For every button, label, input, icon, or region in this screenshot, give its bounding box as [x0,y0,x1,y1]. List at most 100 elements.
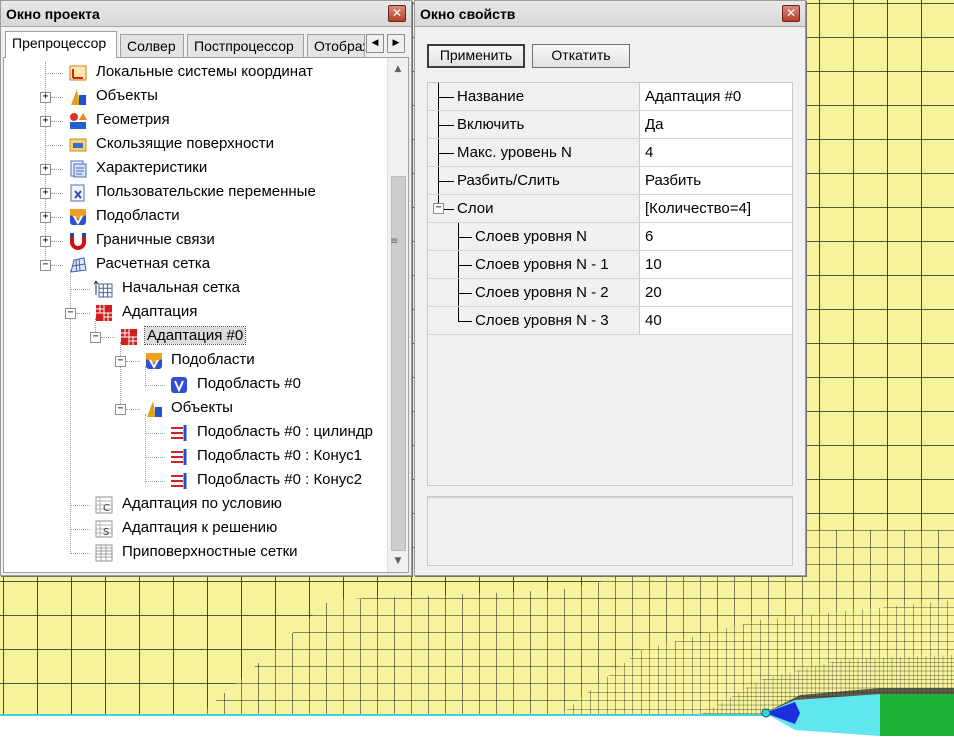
property-row-layers-n2[interactable]: Слоев уровня N - 2 20 [428,279,792,307]
expand-icon[interactable]: + [40,116,51,127]
property-value[interactable]: 40 [639,307,792,334]
tree-item-subregion-0[interactable]: Подобласть #0 [4,374,384,396]
tree-item-adapt-objects[interactable]: − Объекты [4,398,384,420]
tree-item-adaptation-0[interactable]: − Адаптация #0 [4,326,384,348]
property-value[interactable]: 6 [639,223,792,250]
tree-item-label: Скользящие поверхности [96,135,275,152]
project-window-title: Окно проекта [6,6,100,22]
tab-preprocessor[interactable]: Препроцессор [5,31,117,58]
collapse-icon[interactable]: − [115,404,126,415]
grid-tree-line [438,125,454,126]
property-row-layers-n[interactable]: Слоев уровня N 6 [428,223,792,251]
property-value[interactable]: Разбить [639,167,792,194]
collapse-icon[interactable]: − [65,308,76,319]
collapse-icon[interactable]: − [90,332,101,343]
expand-icon[interactable]: + [40,212,51,223]
tree-item-characteristics[interactable]: + Характеристики [4,158,384,180]
property-row-layers-n3[interactable]: Слоев уровня N - 3 40 [428,307,792,335]
tree-line [145,481,165,482]
close-icon[interactable]: ✕ [388,5,406,22]
tree-line [45,145,63,146]
tree-item-near-surface[interactable]: Приповерхностные сетки [4,542,384,564]
tree-item-adapt-condition[interactable]: C Адаптация по условию [4,494,384,516]
property-value[interactable]: 4 [639,139,792,166]
property-row-enable[interactable]: Включить Да [428,111,792,139]
property-grid: Название Адаптация #0 Включить Да Макс. … [427,82,793,486]
tree-item-sliding-surfaces[interactable]: Скользящие поверхности [4,134,384,156]
tree-item-adapt-subregions[interactable]: − Подобласти [4,350,384,372]
tree-item-label-selected: Адаптация #0 [143,326,247,345]
tab-scroll-right-icon[interactable]: ▶ [387,34,405,53]
tree-line [51,217,63,218]
tree-item-geometry[interactable]: + Геометрия [4,110,384,132]
expand-icon[interactable]: + [40,164,51,175]
tree-scrollbar[interactable]: ▲ ≡ ▼ [387,58,408,572]
property-name: Слоев уровня N - 2 [475,284,609,301]
property-value[interactable]: 10 [639,251,792,278]
tree-item-user-variables[interactable]: + Пользовательские переменные [4,182,384,204]
tree-line [145,457,165,458]
tree-item-adapt-solution[interactable]: S Адаптация к решению [4,518,384,540]
property-row-max-level[interactable]: Макс. уровень N 4 [428,139,792,167]
scroll-up-icon[interactable]: ▲ [388,60,408,78]
subregions-icon [146,353,162,370]
tree-line [76,313,90,314]
property-name: Макс. уровень N [457,144,572,161]
property-row-name[interactable]: Название Адаптация #0 [428,83,792,111]
property-name: Название [457,88,525,105]
scroll-down-icon[interactable]: ▼ [388,552,408,570]
tab-solver[interactable]: Солвер [120,34,184,57]
project-window-titlebar[interactable]: Окно проекта ✕ [1,1,411,27]
revert-button[interactable]: Откатить [532,44,630,68]
collapse-icon[interactable]: − [433,203,444,214]
property-row-split-merge[interactable]: Разбить/Слить Разбить [428,167,792,195]
objects-icon [147,401,162,417]
expand-icon[interactable]: + [40,92,51,103]
tab-display[interactable]: Отображ [307,34,365,57]
grid-tree-line [444,209,454,210]
property-value[interactable]: [Количество=4] [639,195,792,222]
collapse-icon[interactable]: − [115,356,126,367]
tree-item-label: Объекты [171,399,233,416]
objects-icon [71,89,86,105]
property-value[interactable]: 20 [639,279,792,306]
tree-item-objects[interactable]: + Объекты [4,86,384,108]
expand-icon[interactable]: + [40,236,51,247]
property-value[interactable]: Адаптация #0 [639,83,792,110]
property-value[interactable]: Да [639,111,792,138]
expand-icon[interactable]: + [40,188,51,199]
project-window: Окно проекта ✕ Препроцессор Солвер Постп… [0,0,412,576]
grid-tree-line [438,181,454,182]
property-row-layers-n1[interactable]: Слоев уровня N - 1 10 [428,251,792,279]
properties-window-titlebar[interactable]: Окно свойств ✕ [415,1,805,27]
tree-line [70,553,90,554]
tree-item-adaptation[interactable]: − Адаптация [4,302,384,324]
adaptation-icon [96,305,112,321]
tree-item-mesh[interactable]: − Расчетная сетка [4,254,384,276]
subregion-icon [171,377,187,393]
tree-item-object-cylinder[interactable]: Подобласть #0 : цилиндр [4,422,384,444]
tab-scroll-left-icon[interactable]: ◀ [366,34,384,53]
mesh-icon [70,257,87,273]
tree-item-object-cone1[interactable]: Подобласть #0 : Конус1 [4,446,384,468]
close-icon[interactable]: ✕ [782,5,800,22]
object-layer-icon [171,425,187,441]
tree-item-initial-mesh[interactable]: Начальная сетка [4,278,384,300]
tab-postprocessor[interactable]: Постпроцессор [187,34,304,57]
property-description [427,496,793,566]
tree-line [145,433,165,434]
grid-tree-line [438,97,454,98]
tree-item-local-cs[interactable]: Локальные системы координат [4,62,384,84]
tree-line [145,385,165,386]
property-name: Разбить/Слить [457,172,560,189]
tree-item-boundary-links[interactable]: + Граничные связи [4,230,384,252]
scroll-thumb[interactable] [391,176,406,551]
tree-item-subregions[interactable]: + Подобласти [4,206,384,228]
property-row-layers[interactable]: − Слои [Количество=4] [428,195,792,223]
svg-text:S: S [103,527,109,538]
collapse-icon[interactable]: − [40,260,51,271]
tree-item-object-cone2[interactable]: Подобласть #0 : Конус2 [4,470,384,492]
property-name: Включить [457,116,525,133]
tree-item-label: Объекты [96,87,158,104]
apply-button[interactable]: Применить [427,44,525,68]
